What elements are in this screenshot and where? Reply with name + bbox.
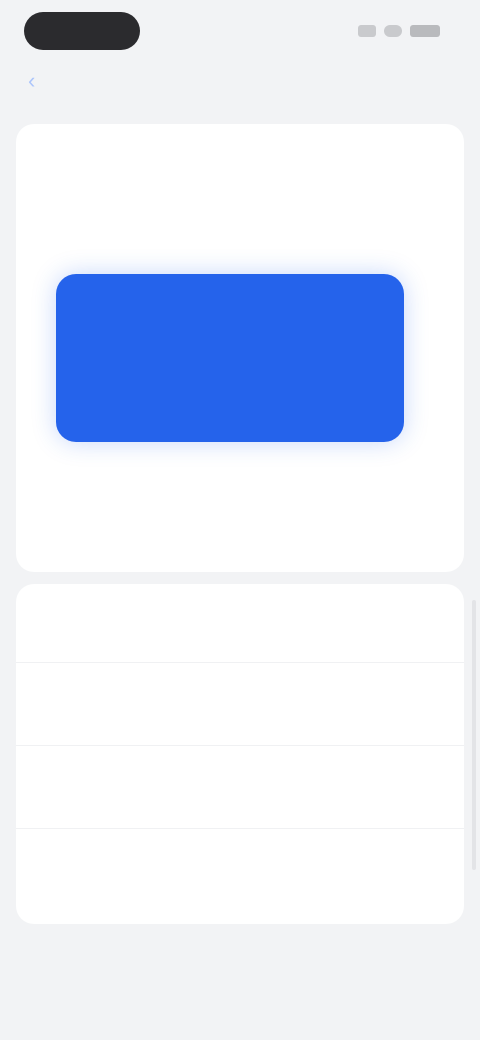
- navigation-bar: ‹: [0, 56, 480, 112]
- signal-icon: [358, 25, 376, 37]
- bottom-card: [16, 584, 464, 924]
- detail-list: [16, 662, 464, 911]
- list-row[interactable]: [16, 828, 464, 911]
- status-icons: [358, 24, 444, 38]
- top-card: [16, 124, 464, 572]
- list-row[interactable]: [16, 662, 464, 745]
- primary-action-button[interactable]: [56, 274, 404, 442]
- chevron-left-icon[interactable]: ‹: [28, 70, 50, 92]
- status-bar: [0, 0, 480, 56]
- battery-icon: [410, 25, 440, 37]
- wifi-icon: [384, 25, 402, 37]
- scrollbar[interactable]: [472, 600, 476, 870]
- list-row[interactable]: [16, 745, 464, 828]
- status-pill: [24, 12, 140, 50]
- tab-bar: [0, 936, 480, 1040]
